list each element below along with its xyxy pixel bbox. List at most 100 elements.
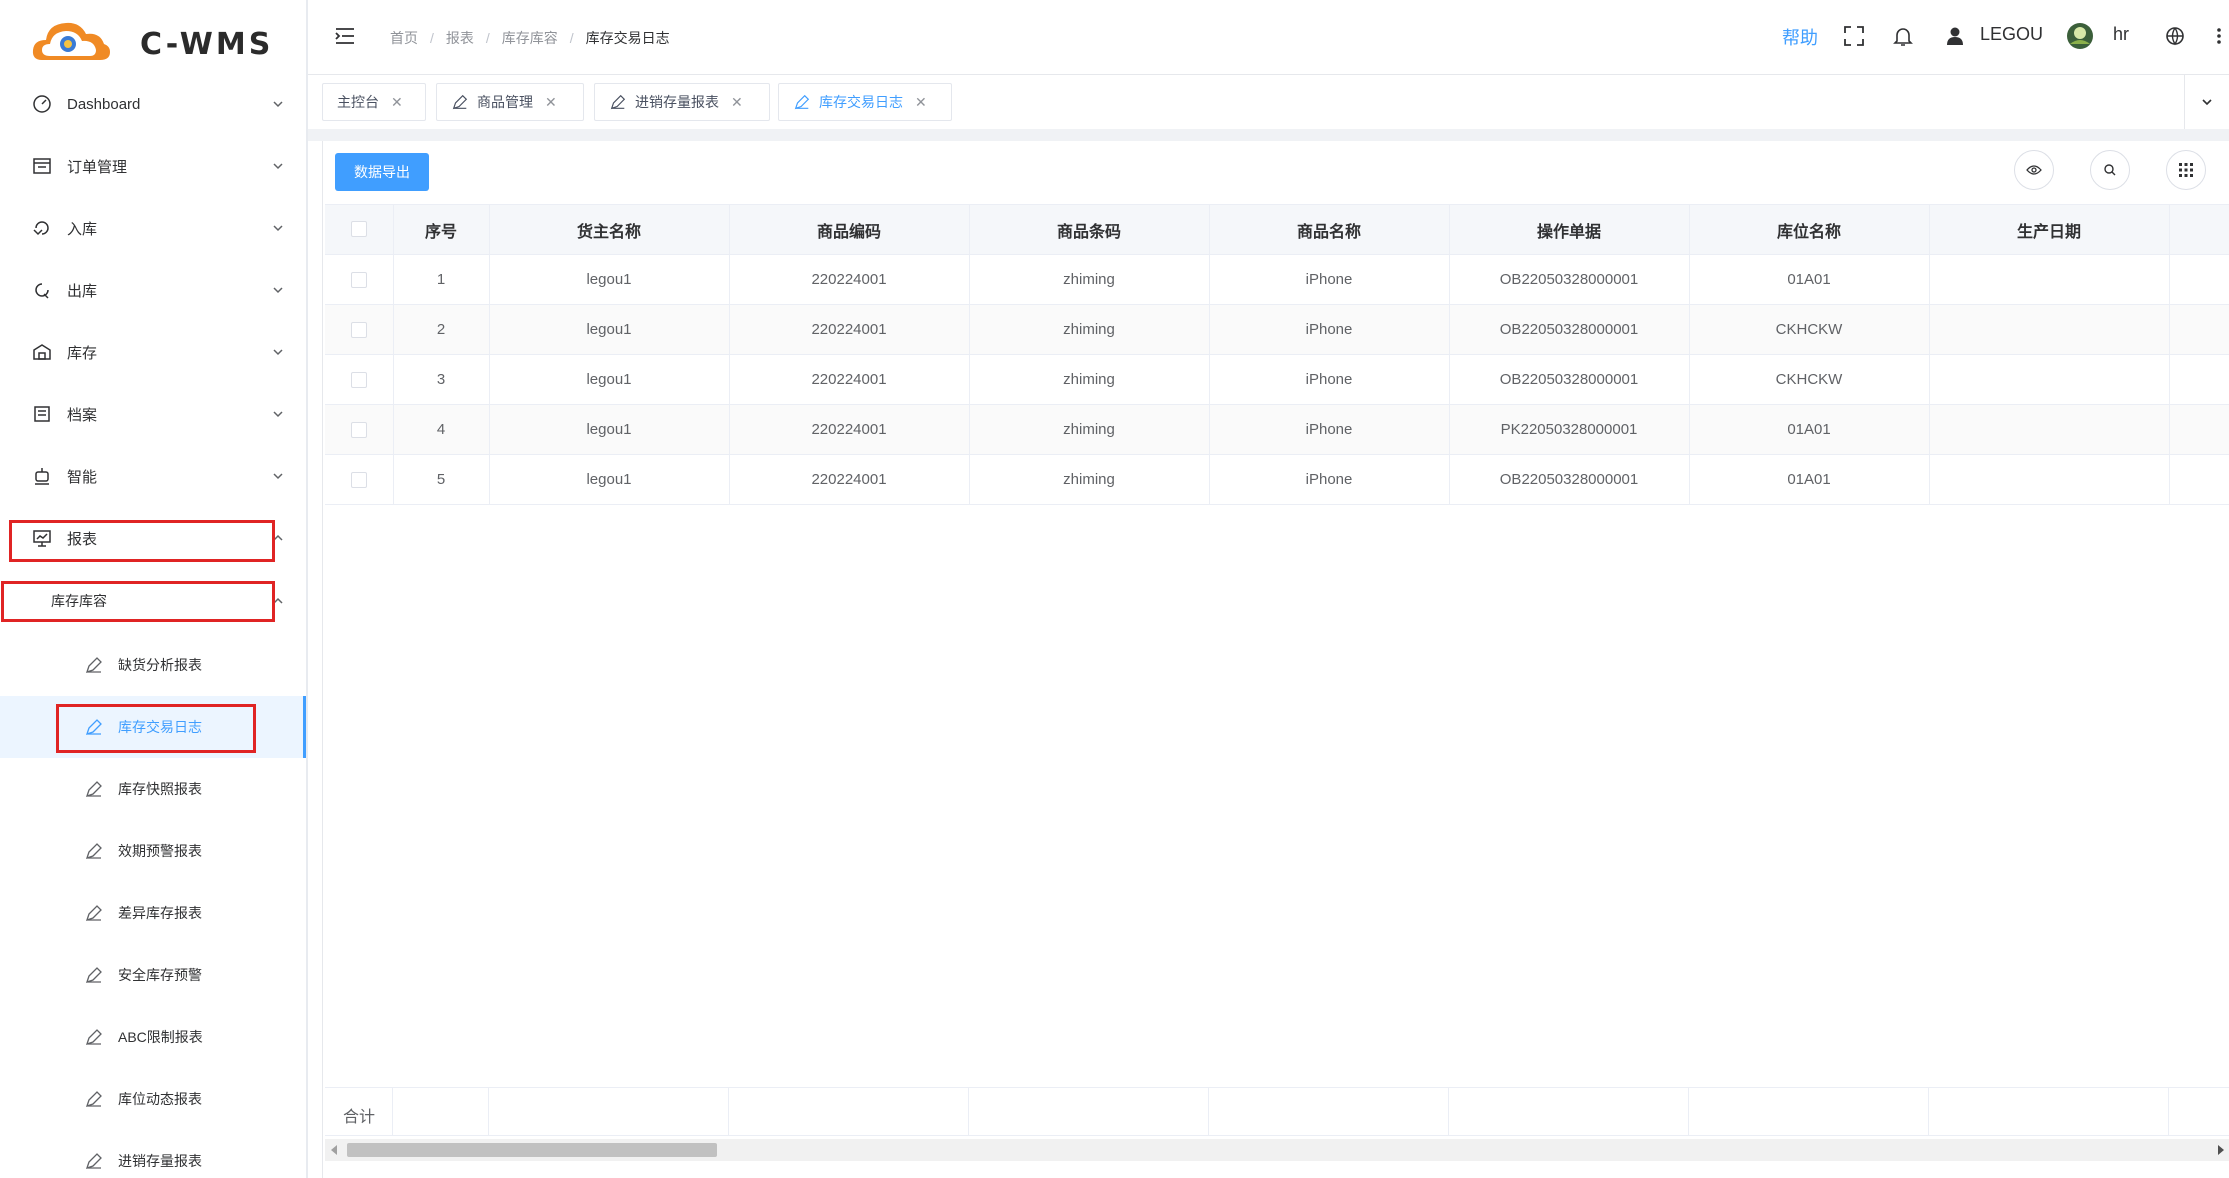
column-header[interactable]: 库位名称	[1689, 205, 1930, 255]
summary-cell	[1209, 1088, 1449, 1135]
export-data-button[interactable]: 数据导出	[335, 153, 429, 191]
column-header[interactable]: 生产日期	[1929, 205, 2170, 255]
table-cell: OB22050328000001	[1449, 254, 1690, 305]
menu-fold-icon[interactable]	[334, 26, 356, 46]
row-checkbox[interactable]	[350, 372, 367, 389]
sidebar-item-orders[interactable]: 订单管理	[0, 135, 306, 197]
row-checkbox[interactable]	[350, 272, 367, 289]
table-cell	[1929, 404, 2170, 455]
row-checkbox[interactable]	[350, 322, 367, 339]
sub-item-label: 进销存量报表	[118, 1153, 202, 1169]
sidebar-item-dashboard[interactable]: Dashboard	[0, 73, 306, 135]
column-settings-button[interactable]	[2166, 150, 2206, 190]
table-row[interactable]: 2 legou1 220224001 zhiming iPhone OB2205…	[325, 304, 2229, 355]
row-checkbox[interactable]	[350, 472, 367, 489]
table-row[interactable]: 5 legou1 220224001 zhiming iPhone OB2205…	[325, 454, 2229, 505]
table-cell: CKHCKW	[1689, 354, 1930, 405]
scroll-right-arrow-icon[interactable]	[2218, 1145, 2224, 1155]
table-cell	[1929, 354, 2170, 405]
sidebar-item-label: 订单管理	[67, 158, 128, 176]
sub-item-label: 缺货分析报表	[118, 657, 202, 673]
sidebar-item-smart[interactable]: 智能	[0, 445, 306, 507]
globe-icon[interactable]	[2164, 25, 2186, 47]
sidebar-item-warehouse[interactable]: 库存	[0, 321, 306, 383]
org-name[interactable]: LEGOU	[1980, 24, 2043, 45]
sidebar-sub-item-shortage-report[interactable]: 缺货分析报表	[0, 634, 306, 696]
table-row[interactable]: 3 legou1 220224001 zhiming iPhone OB2205…	[325, 354, 2229, 405]
sidebar-sub-item-expiry-warning[interactable]: 效期预警报表	[0, 820, 306, 882]
tab-dashboard[interactable]: 主控台 ✕	[322, 83, 426, 121]
column-header[interactable]: 商品条码	[969, 205, 1210, 255]
horizontal-scrollbar[interactable]	[325, 1139, 2229, 1161]
tab-transaction-log[interactable]: 库存交易日志 ✕	[778, 83, 952, 121]
row-checkbox[interactable]	[350, 422, 367, 439]
row-select-cell[interactable]	[325, 454, 394, 505]
table-cell: legou1	[489, 404, 730, 455]
breadcrumb-separator: /	[569, 30, 574, 46]
sidebar-item-label: 智能	[67, 468, 98, 486]
chevron-down-icon	[273, 287, 283, 294]
column-header[interactable]: 货主名称	[489, 205, 730, 255]
sidebar-sub-item-location-dynamics[interactable]: 库位动态报表	[0, 1068, 306, 1130]
table-cell: 01A01	[1689, 404, 1930, 455]
breadcrumb-current: 库存交易日志	[585, 30, 670, 46]
svg-text:C-WMS: C-WMS	[140, 27, 273, 62]
table-cell	[1929, 304, 2170, 355]
data-table-container[interactable]: 序号 货主名称 商品编码 商品条码 商品名称 操作单据 库位名称 生产日期 1 …	[325, 204, 2229, 1135]
table-cell: OB22050328000001	[1449, 304, 1690, 355]
column-header[interactable]: 商品编码	[729, 205, 970, 255]
sidebar-sub-item-abc-report[interactable]: ABC限制报表	[0, 1006, 306, 1068]
table-cell: 01A01	[1689, 454, 1930, 505]
breadcrumb-reports[interactable]: 报表	[446, 28, 474, 48]
close-icon[interactable]: ✕	[915, 94, 927, 111]
scrollbar-thumb[interactable]	[347, 1143, 717, 1157]
sidebar-sub-item-variance-report[interactable]: 差异库存报表	[0, 882, 306, 944]
row-select-cell[interactable]	[325, 254, 394, 305]
table-cell: iPhone	[1209, 354, 1450, 405]
tab-product-management[interactable]: 商品管理 ✕	[436, 83, 584, 121]
sidebar-item-outbound[interactable]: 出库	[0, 259, 306, 321]
table-row[interactable]: 1 legou1 220224001 zhiming iPhone OB2205…	[325, 254, 2229, 305]
edit-icon	[85, 905, 102, 922]
edit-icon	[85, 1029, 102, 1046]
more-icon[interactable]	[2214, 25, 2224, 47]
avatar[interactable]	[2066, 22, 2094, 50]
toggle-visibility-button[interactable]	[2014, 150, 2054, 190]
column-header[interactable]: 商品名称	[1209, 205, 1450, 255]
column-header-extra	[2169, 205, 2229, 255]
fullscreen-icon[interactable]	[1843, 25, 1865, 47]
breadcrumb-capacity[interactable]: 库存库容	[502, 28, 558, 48]
bell-icon[interactable]	[1892, 25, 1914, 47]
sidebar-sub-item-psi-report[interactable]: 进销存量报表	[0, 1130, 306, 1178]
table-cell: 3	[393, 354, 490, 405]
column-header[interactable]: 序号	[393, 205, 490, 255]
app-logo[interactable]: C-WMS	[30, 10, 290, 70]
select-all-header[interactable]	[325, 205, 394, 255]
account-name[interactable]: hr	[2113, 24, 2129, 45]
row-select-cell[interactable]	[325, 354, 394, 405]
sidebar-item-label: 出库	[67, 282, 98, 300]
select-all-checkbox[interactable]	[350, 221, 367, 238]
tab-label: 进销存量报表	[635, 94, 719, 110]
tabs-dropdown-button[interactable]	[2184, 75, 2229, 129]
tab-psi-report[interactable]: 进销存量报表 ✕	[594, 83, 770, 121]
column-header[interactable]: 操作单据	[1449, 205, 1690, 255]
table-row[interactable]: 4 legou1 220224001 zhiming iPhone PK2205…	[325, 404, 2229, 455]
breadcrumb-home[interactable]: 首页	[390, 28, 418, 48]
row-select-cell[interactable]	[325, 404, 394, 455]
sidebar-sub-item-snapshot-report[interactable]: 库存快照报表	[0, 758, 306, 820]
table-cell: 220224001	[729, 404, 970, 455]
table-cell	[1929, 454, 2170, 505]
sidebar-sub-item-safety-stock[interactable]: 安全库存预警	[0, 944, 306, 1006]
scroll-left-arrow-icon[interactable]	[331, 1145, 337, 1155]
summary-cell	[729, 1088, 969, 1135]
row-select-cell[interactable]	[325, 304, 394, 355]
sidebar-item-archive[interactable]: 档案	[0, 383, 306, 445]
close-icon[interactable]: ✕	[545, 94, 557, 111]
sidebar-item-inbound[interactable]: 入库	[0, 197, 306, 259]
search-button[interactable]	[2090, 150, 2130, 190]
help-link[interactable]: 帮助	[1782, 24, 1818, 50]
close-icon[interactable]: ✕	[391, 94, 403, 111]
table-cell: 220224001	[729, 304, 970, 355]
close-icon[interactable]: ✕	[731, 94, 743, 111]
